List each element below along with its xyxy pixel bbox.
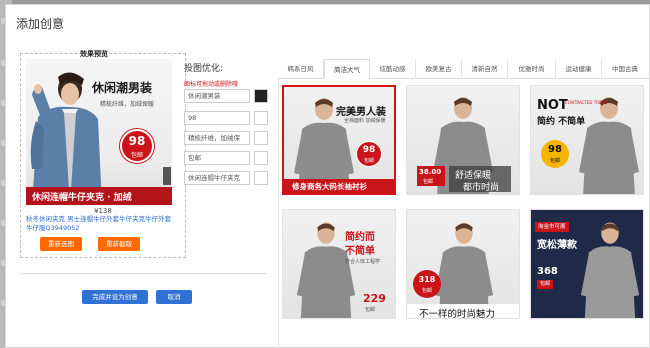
- tab-style[interactable]: 优雅时尚: [508, 59, 556, 79]
- template-caption: 符合人体工程学: [345, 259, 381, 265]
- template-tagline: CONTRACTED TREND: [565, 100, 608, 105]
- model-figure: [30, 72, 102, 205]
- template-price-tag: 包邮: [365, 307, 376, 313]
- text-field-subline[interactable]: 精梳纤维，加绒保: [184, 131, 250, 145]
- reselect-template-button[interactable]: 重新截取: [98, 237, 140, 251]
- text-field-tag[interactable]: 包邮: [184, 151, 250, 165]
- price-badge-value: 98: [362, 145, 376, 155]
- price-badge-value: 318: [418, 275, 436, 284]
- template-thumb[interactable]: 简约而 不简单 符合人体工程学 229 包邮: [282, 209, 396, 319]
- add-creative-dialog: 添加创意 效果预览 休闲潮男装 精梳纤维，加绒保暖 98 包邮 休闲连帽牛仔夹克…: [5, 4, 650, 348]
- price-badge-tag: 包邮: [423, 179, 434, 185]
- template-thumb[interactable]: 318 包邮 不一样的时尚魅力: [406, 209, 520, 319]
- model-figure: [580, 222, 640, 318]
- color-swatch[interactable]: [254, 89, 268, 103]
- template-thumb-selected[interactable]: 完美男人装 全棉面料 加绒保暖 98 包邮 修身商务大码长袖衬衫: [282, 85, 396, 195]
- template-subline: 都市时尚: [463, 183, 500, 193]
- price-badge: 98 包邮: [356, 141, 382, 167]
- text-field-price[interactable]: 98: [184, 111, 250, 125]
- template-style-tabs: 韩系日风 简洁大气 炫酷动感 欧美复古 清新自然 优雅时尚 运动健康 中国古典: [278, 59, 650, 79]
- template-subline: 简约 不简单: [537, 117, 586, 127]
- cancel-button[interactable]: 取消: [156, 290, 192, 304]
- product-price: ¥138: [94, 207, 112, 215]
- price-badge-value: 98: [128, 134, 146, 148]
- template-caption: 舒适保暖 都市时尚: [449, 166, 511, 193]
- template-banner: 修身商务大码长袖衬衫: [284, 179, 394, 193]
- template-thumb[interactable]: 淘金市可展 宽松薄款 368 包邮: [530, 209, 644, 319]
- price-badge-tag: 包邮: [363, 158, 374, 164]
- price-badge-tag: 包邮: [549, 158, 560, 164]
- price-badge: 98 包邮: [120, 129, 154, 163]
- template-headline: 简约而: [345, 232, 375, 243]
- gallery-strip: [163, 167, 171, 185]
- tab-style[interactable]: 运动健康: [556, 59, 602, 79]
- color-swatch[interactable]: [254, 151, 268, 165]
- template-thumb[interactable]: 38.00 包邮 舒适保暖 都市时尚: [406, 85, 520, 195]
- ad-banner: 休闲连帽牛仔夹克 · 加绒: [26, 187, 172, 205]
- template-price: 229: [363, 292, 386, 305]
- dialog-title: 添加创意: [16, 17, 65, 31]
- tab-style[interactable]: 韩系日风: [278, 59, 324, 79]
- tab-style-active[interactable]: 简洁大气: [324, 59, 370, 79]
- creative-preview-image[interactable]: 休闲潮男装 精梳纤维，加绒保暖 98 包邮 休闲连帽牛仔夹克 · 加绒: [26, 59, 172, 205]
- template-headline: 不一样的时尚魅力: [419, 309, 496, 319]
- ad-headline: 休闲潮男装: [92, 81, 153, 95]
- text-field-headline[interactable]: 休闲潮男装: [184, 89, 250, 103]
- color-swatch[interactable]: [254, 131, 268, 145]
- price-badge: 318 包邮: [413, 270, 441, 298]
- tab-style[interactable]: 炫酷动感: [370, 59, 416, 79]
- confirm-creative-button[interactable]: 完成并设为创意: [82, 290, 148, 304]
- optimize-title: 投图优化:: [184, 64, 224, 74]
- template-headline: NOT: [537, 98, 568, 113]
- template-subline: 全棉面料 加绒保暖: [344, 118, 386, 124]
- tab-style[interactable]: 欧美复古: [416, 59, 462, 79]
- template-thumb[interactable]: NOT CONTRACTED TREND 简约 不简单 98 包邮: [530, 85, 644, 195]
- divider: [20, 273, 266, 274]
- price-badge: 38.00 包邮: [417, 166, 445, 186]
- template-subline: 不简单: [345, 246, 375, 257]
- template-price: 368: [537, 266, 558, 277]
- color-swatch[interactable]: [254, 111, 268, 125]
- model-figure: [579, 97, 639, 194]
- ad-subline: 精梳纤维，加绒保暖: [100, 101, 155, 108]
- color-swatch[interactable]: [254, 171, 268, 185]
- price-badge: 98 包邮: [541, 140, 569, 168]
- tab-style[interactable]: 中国古典: [602, 59, 648, 79]
- template-headline: 宽松薄款: [537, 240, 577, 251]
- price-badge-value: 98: [548, 144, 562, 155]
- text-field-banner[interactable]: 休闲连帽牛仔夹克: [184, 171, 250, 185]
- price-badge-tag: 包邮: [130, 152, 143, 159]
- template-headline: 完美男人装: [336, 107, 386, 118]
- preview-title: 效果预览: [80, 50, 108, 58]
- template-tag: 淘金市可展: [535, 222, 569, 232]
- template-caption: 不一样的时尚魅力: [407, 304, 519, 319]
- reselect-image-button[interactable]: 重新选图: [40, 237, 82, 251]
- ad-banner-text: 休闲连帽牛仔夹克 · 加绒: [32, 193, 132, 203]
- template-banner-text: 修身商务大码长袖衬衫: [292, 182, 367, 191]
- product-description[interactable]: 秋冬休闲夹克 男士连帽牛仔外套牛仔夹克牛仔外套牛仔服Q3949052: [26, 215, 176, 233]
- tab-style[interactable]: 清新自然: [462, 59, 508, 79]
- panel-divider: [278, 79, 279, 348]
- price-badge-value: 38.00: [419, 168, 442, 176]
- optimize-hint: 图标可拖动或删除哦: [184, 81, 239, 88]
- price-badge-tag: 包邮: [421, 288, 432, 294]
- template-price-tag: 包邮: [537, 280, 554, 289]
